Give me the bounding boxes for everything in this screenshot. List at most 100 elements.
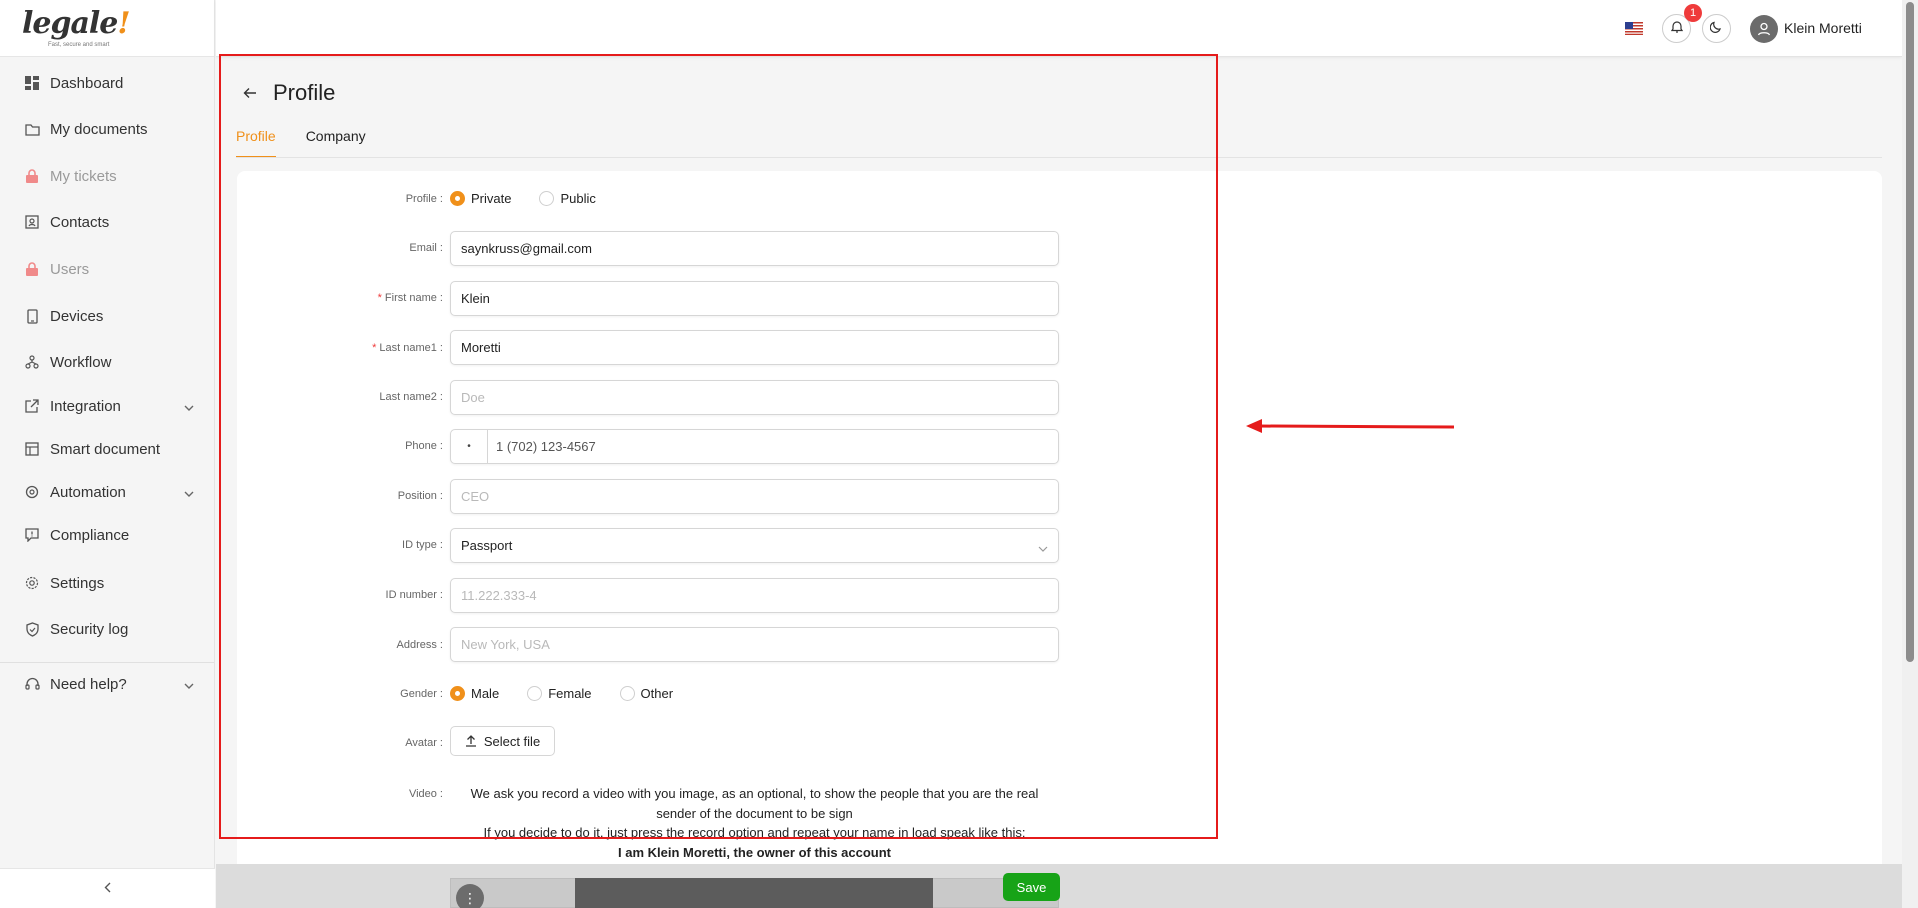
sidebar-item-settings[interactable]: Settings [0, 563, 214, 603]
more-vertical-icon: ⋮ [463, 889, 477, 906]
sidebar-item-label: Compliance [50, 526, 130, 544]
device-icon [24, 308, 40, 324]
video-sample-phrase: I am Klein Moretti, the owner of this ac… [617, 845, 892, 860]
id-type-select[interactable]: Passport [450, 528, 1059, 563]
position-label: Position : [397, 490, 443, 502]
theme-toggle-button[interactable] [1702, 14, 1731, 43]
logo[interactable]: legale! Fast, secure and smart [0, 0, 214, 57]
sidebar-item-label: Devices [50, 307, 104, 325]
sidebar-item-my-tickets[interactable]: My tickets [0, 156, 214, 196]
radio-female[interactable]: Female [527, 686, 592, 701]
annotation-arrow [1246, 419, 1455, 433]
sidebar-item-label: Security log [50, 620, 129, 638]
email-field[interactable]: saynkruss@gmail.com [450, 231, 1059, 266]
phone-value: 1 (702) 123-4567 [496, 439, 596, 454]
sidebar-item-workflow[interactable]: Workflow [0, 342, 214, 382]
last-name2-label: Last name2 : [379, 391, 443, 403]
tab-company[interactable]: Company [306, 128, 366, 158]
video-instructions-line1: We ask you record a video with you image… [470, 786, 1039, 801]
top-header: 1 Klein Moretti [216, 0, 1902, 57]
tabs: Profile Company [236, 128, 396, 158]
id-number-field[interactable]: 11.222.333-4 [450, 578, 1059, 613]
last-name2-field[interactable]: Doe [450, 380, 1059, 415]
sidebar-item-label: Automation [50, 483, 126, 501]
us-flag-icon[interactable] [1625, 22, 1643, 35]
video-preview [575, 878, 933, 908]
bell-icon [1670, 20, 1683, 38]
sidebar-item-need-help[interactable]: Need help? [0, 664, 214, 704]
profile-visibility-radio-group: Private Public [450, 191, 624, 206]
sidebar-item-label: Workflow [50, 353, 112, 371]
sidebar-item-my-documents[interactable]: My documents [0, 109, 214, 149]
smart-document-icon [24, 441, 40, 457]
sidebar-divider [0, 662, 214, 663]
sidebar-item-security-log[interactable]: Security log [0, 609, 214, 649]
address-label: Address : [396, 639, 443, 651]
compliance-icon [24, 527, 40, 543]
tabs-divider [236, 157, 1882, 158]
sidebar-collapse-button[interactable] [0, 868, 215, 908]
logo-mark: ! [117, 6, 130, 41]
video-menu-button[interactable]: ⋮ [456, 884, 484, 908]
sidebar-item-label: Dashboard [50, 74, 124, 92]
sidebar-item-label: Integration [50, 397, 121, 415]
sidebar-item-label: Smart document [50, 440, 161, 458]
radio-male[interactable]: Male [450, 686, 499, 701]
id-type-label: ID type : [402, 539, 443, 551]
folder-icon [24, 121, 40, 137]
avatar-label: Avatar : [405, 737, 443, 749]
headset-icon [24, 676, 40, 692]
radio-public[interactable]: Public [539, 191, 596, 206]
sidebar-item-dashboard[interactable]: Dashboard [0, 63, 214, 103]
chevron-down-icon [184, 485, 194, 502]
radio-private[interactable]: Private [450, 191, 511, 206]
user-name[interactable]: Klein Moretti [1784, 20, 1862, 36]
tab-profile[interactable]: Profile [236, 128, 276, 158]
logo-text: legale [22, 6, 118, 41]
radio-dot [527, 686, 543, 701]
id-number-label: ID number : [385, 589, 443, 601]
last-name1-field[interactable]: Moretti [450, 330, 1059, 365]
sidebar-item-devices[interactable]: Devices [0, 296, 214, 336]
sidebar-item-label: Need help? [50, 675, 127, 693]
sidebar-item-label: My tickets [50, 167, 117, 185]
logo-tagline: Fast, secure and smart [48, 42, 110, 48]
page-scrollbar[interactable] [1902, 0, 1918, 908]
back-arrow-icon[interactable] [243, 87, 257, 99]
scrollbar-thumb[interactable] [1906, 2, 1914, 662]
video-label: Video : [408, 788, 443, 800]
first-name-label: * First name : [377, 292, 443, 304]
radio-dot [619, 686, 635, 701]
sidebar-item-contacts[interactable]: Contacts [0, 202, 214, 242]
phone-label: Phone : [405, 440, 443, 452]
avatar[interactable] [1750, 15, 1778, 43]
country-code-select[interactable]: • [451, 430, 488, 463]
page-title: Profile [273, 80, 336, 105]
notifications-badge: 1 [1684, 4, 1702, 22]
sidebar: legale! Fast, secure and smart Dashboard… [0, 0, 215, 908]
chevron-down-icon [1038, 541, 1048, 556]
automation-icon [24, 484, 40, 500]
video-instructions-line3: If you decide to do it, just press the r… [483, 825, 1026, 840]
address-field[interactable]: New York, USA [450, 627, 1059, 662]
sidebar-item-compliance[interactable]: Compliance [0, 515, 214, 555]
sidebar-item-label: Users [50, 260, 90, 278]
save-button[interactable]: Save [1003, 873, 1060, 901]
sidebar-item-smart-document[interactable]: Smart document [0, 429, 214, 469]
external-link-icon [24, 398, 40, 414]
chevron-left-icon [104, 880, 111, 898]
radio-dot [450, 191, 465, 206]
page-header: Profile [243, 80, 335, 106]
position-field[interactable]: CEO [450, 479, 1059, 514]
gender-radio-group: Male Female Other [450, 686, 701, 701]
sidebar-item-users[interactable]: Users [0, 249, 214, 289]
first-name-field[interactable]: Klein [450, 281, 1059, 316]
last-name1-label: * Last name1 : [372, 342, 443, 354]
workflow-icon [24, 354, 40, 370]
sidebar-item-automation[interactable]: Automation [0, 472, 214, 512]
select-file-button[interactable]: Select file [450, 726, 555, 756]
phone-field[interactable]: • 1 (702) 123-4567 [450, 429, 1059, 464]
sidebar-item-integration[interactable]: Integration [0, 386, 214, 426]
contacts-icon [24, 214, 40, 230]
radio-other[interactable]: Other [619, 686, 673, 701]
